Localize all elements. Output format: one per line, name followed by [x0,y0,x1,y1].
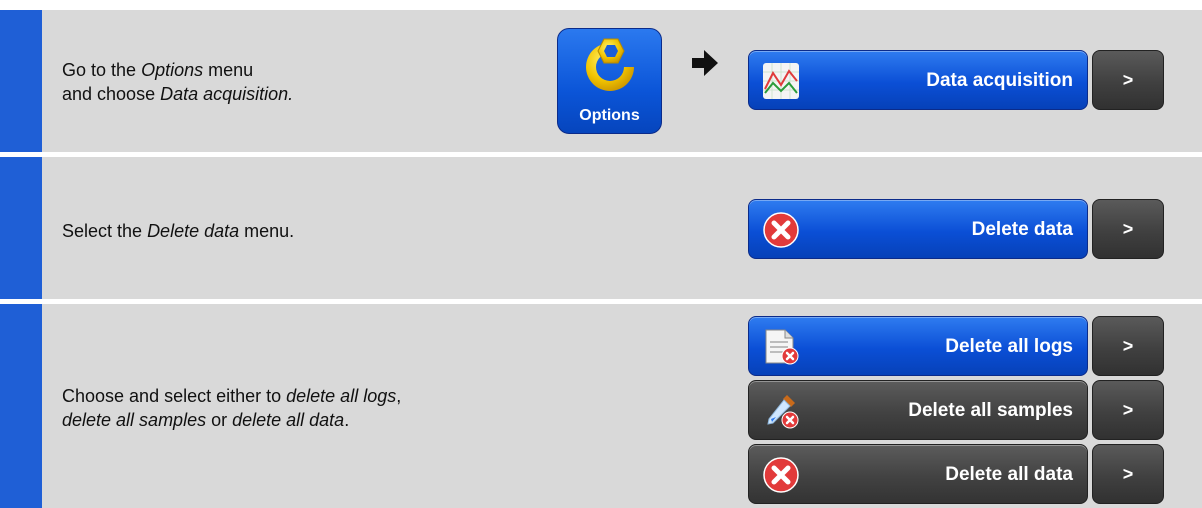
text: or [206,410,233,430]
options-label: Options [579,107,640,124]
document-delete-icon [765,329,799,365]
delete-all-samples-button[interactable]: Delete all samples [748,380,1088,440]
step-3-panel: Choose and select either to delete all l… [0,304,1202,508]
text: Go to the [62,60,142,80]
delete-all-samples-label: Delete all samples [908,400,1073,421]
step-1-panel: Go to the Options menu and choose Data a… [0,10,1202,152]
step-accent-bar [0,157,42,299]
delete-data-button[interactable]: Delete data [748,199,1088,259]
text-emphasis: Data acquisition. [160,84,294,104]
step-accent-bar [0,10,42,152]
delete-all-logs-label: Delete all logs [945,336,1073,357]
delete-data-label: Delete data [971,219,1073,240]
delete-icon [763,457,799,493]
data-acquisition-label: Data acquisition [926,70,1073,91]
delete-all-data-button[interactable]: Delete all data [748,444,1088,504]
text: menu [203,60,254,80]
delete-all-logs-arrow-button[interactable]: > [1092,316,1164,376]
text-emphasis: Options [141,60,204,80]
delete-all-samples-arrow-button[interactable]: > [1092,380,1164,440]
step-2-panel: Select the Delete data menu. Delete data… [0,157,1202,299]
text-emphasis: Delete data [147,221,240,241]
step-3-instruction: Choose and select either to delete all l… [62,384,401,432]
arrow-right-icon [692,50,718,76]
delete-all-data-label: Delete all data [945,464,1073,485]
text-emphasis: delete all samples [62,410,207,430]
options-menu-tile[interactable]: Options [557,28,662,134]
text: . [344,410,350,430]
wrench-icon [586,38,634,91]
text: and choose [62,84,161,104]
data-acquisition-button[interactable]: Data acquisition [748,50,1088,110]
text-emphasis: delete all data [232,410,345,430]
text: menu. [239,221,295,241]
text: , [396,386,402,406]
delete-all-data-arrow-button[interactable]: > [1092,444,1164,504]
step-1-instruction: Go to the Options menu and choose Data a… [62,58,293,106]
step-accent-bar [0,304,42,508]
delete-data-arrow-button[interactable]: > [1092,199,1164,259]
step-2-instruction: Select the Delete data menu. [62,219,294,243]
delete-icon [763,212,799,248]
chart-icon [763,63,799,99]
delete-all-logs-button[interactable]: Delete all logs [748,316,1088,376]
data-acquisition-arrow-button[interactable]: > [1092,50,1164,110]
text-emphasis: delete all logs [286,386,397,406]
text: Choose and select either to [62,386,287,406]
text: Select the [62,221,148,241]
pipette-delete-icon [767,395,799,429]
